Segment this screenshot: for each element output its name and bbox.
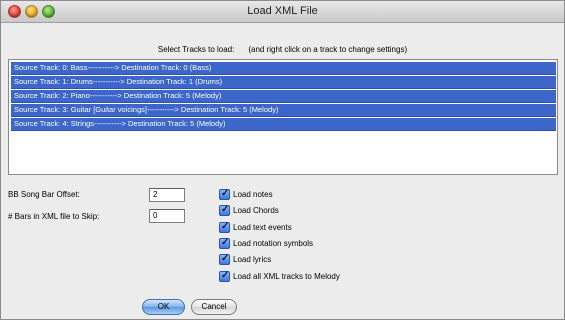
track-row[interactable]: Source Track: 3: Guitar [Guitar voicings… bbox=[11, 104, 556, 117]
instruction-hint: (and right click on a track to change se… bbox=[248, 45, 408, 54]
load-all-to-melody-checkbox[interactable]: ✓ bbox=[219, 270, 230, 282]
load-text-events-label: Load text events bbox=[233, 223, 292, 232]
checkmark-icon: ✓ bbox=[221, 204, 230, 215]
cancel-button[interactable]: Cancel bbox=[191, 299, 237, 315]
track-row[interactable]: Source Track: 2: Piano-----------> Desti… bbox=[11, 90, 556, 103]
checkmark-icon: ✓ bbox=[221, 237, 230, 248]
instruction-main: Select Tracks to load: bbox=[157, 45, 235, 54]
track-list[interactable]: Source Track: 0: Bass-----------> Destin… bbox=[8, 59, 558, 175]
bars-to-skip-label: # Bars in XML file to Skip: bbox=[8, 212, 100, 221]
load-chords-label: Load Chords bbox=[233, 206, 279, 215]
ok-button[interactable]: OK bbox=[142, 299, 185, 315]
load-notation-symbols-label: Load notation symbols bbox=[233, 239, 314, 248]
track-row[interactable]: Source Track: 0: Bass-----------> Destin… bbox=[11, 62, 556, 75]
load-lyrics-label: Load lyrics bbox=[233, 255, 272, 264]
load-xml-dialog: Load XML File Select Tracks to load: (and… bbox=[0, 0, 565, 320]
load-notation-symbols-checkbox[interactable]: ✓ bbox=[219, 237, 230, 249]
load-chords-checkbox[interactable]: ✓ bbox=[219, 204, 230, 216]
track-row[interactable]: Source Track: 4: Strings-----------> Des… bbox=[11, 118, 556, 131]
track-row[interactable]: Source Track: 1: Drums-----------> Desti… bbox=[11, 76, 556, 89]
load-lyrics-checkbox[interactable]: ✓ bbox=[219, 253, 230, 265]
title-bar[interactable]: Load XML File bbox=[1, 1, 564, 23]
load-notes-label: Load notes bbox=[233, 190, 273, 199]
checkmark-icon: ✓ bbox=[221, 221, 230, 232]
bars-to-skip-input[interactable]: 0 bbox=[149, 209, 185, 223]
song-bar-offset-input[interactable]: 2 bbox=[149, 188, 185, 202]
dialog-title: Load XML File bbox=[247, 5, 318, 17]
load-text-events-checkbox[interactable]: ✓ bbox=[219, 221, 230, 233]
load-all-to-melody-label: Load all XML tracks to Melody bbox=[233, 272, 340, 281]
load-notes-checkbox[interactable]: ✓ bbox=[219, 188, 230, 200]
checkmark-icon: ✓ bbox=[221, 188, 230, 199]
instruction-text: Select Tracks to load: (and right click o… bbox=[1, 45, 564, 54]
checkmark-icon: ✓ bbox=[221, 253, 230, 264]
song-bar-offset-label: BB Song Bar Offset: bbox=[8, 190, 80, 199]
checkmark-icon: ✓ bbox=[221, 270, 230, 281]
